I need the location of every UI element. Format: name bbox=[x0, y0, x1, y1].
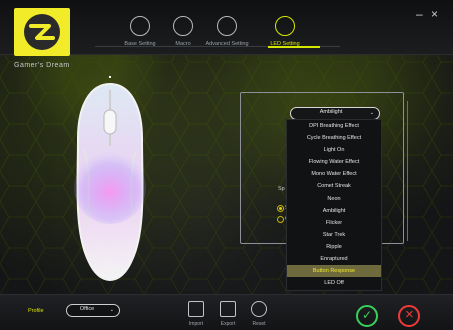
menu-item[interactable]: Cycle Breathing Effect bbox=[287, 132, 381, 144]
chevron-down-icon: ⌄ bbox=[109, 307, 114, 313]
menu-item[interactable]: Ambilight bbox=[287, 205, 381, 217]
menu-item[interactable]: LED Off bbox=[287, 277, 381, 289]
tab-led-setting[interactable]: LED Setting bbox=[256, 16, 314, 47]
close-button[interactable]: × bbox=[431, 8, 438, 20]
export-label: Export bbox=[220, 321, 236, 327]
radio-option-2[interactable] bbox=[277, 216, 284, 223]
minimize-button[interactable]: – bbox=[416, 8, 423, 20]
led-effect-dropdown-menu[interactable]: DPI Breathing Effect Cycle Breathing Eff… bbox=[286, 119, 382, 291]
reset-icon bbox=[251, 301, 267, 317]
export-icon bbox=[220, 301, 236, 317]
reset-label: Reset bbox=[252, 321, 266, 327]
tab-label: Advanced Setting bbox=[205, 41, 249, 47]
mouse-icon bbox=[130, 16, 150, 36]
profile-label: Profile bbox=[28, 308, 44, 314]
menu-item[interactable]: Mono Water Effect bbox=[287, 168, 381, 180]
app-window: Gamer's Dream Base Setting Macro Advance… bbox=[0, 0, 453, 330]
import-icon bbox=[188, 301, 204, 317]
radio-option-1[interactable] bbox=[277, 205, 284, 212]
confirm-button[interactable] bbox=[356, 305, 378, 327]
mouse-illustration bbox=[74, 76, 146, 282]
menu-item[interactable]: Ripple bbox=[287, 241, 381, 253]
menu-item[interactable]: DPI Breathing Effect bbox=[287, 120, 381, 132]
menu-item[interactable]: Flicker bbox=[287, 217, 381, 229]
chevron-down-icon: ⌄ bbox=[369, 110, 374, 116]
macro-m-icon bbox=[173, 16, 193, 36]
menu-item[interactable]: Neon bbox=[287, 193, 381, 205]
bottom-bar: Profile Office ⌄ Import Export Reset bbox=[0, 294, 453, 330]
export-button[interactable]: Export bbox=[214, 301, 242, 327]
tab-label: LED Setting bbox=[270, 41, 300, 47]
import-button[interactable]: Import bbox=[182, 301, 210, 327]
import-label: Import bbox=[188, 321, 204, 327]
speed-label-partial: Sp bbox=[278, 186, 285, 192]
menu-item[interactable]: Light On bbox=[287, 144, 381, 156]
tab-advanced-setting[interactable]: Advanced Setting bbox=[198, 16, 256, 47]
logo-badge bbox=[14, 8, 70, 56]
profile-select[interactable]: Office ⌄ bbox=[66, 304, 120, 317]
wrench-icon bbox=[217, 16, 237, 36]
brand-tagline: Gamer's Dream bbox=[14, 62, 70, 69]
led-effect-value: Ambilight bbox=[319, 109, 343, 115]
menu-item[interactable]: Comet Streak bbox=[287, 180, 381, 192]
menu-item-highlighted[interactable]: Button Response bbox=[287, 265, 381, 278]
cancel-button[interactable] bbox=[398, 305, 420, 327]
bulb-icon bbox=[275, 16, 295, 36]
mouse-preview bbox=[68, 76, 152, 282]
zebronics-logo-icon bbox=[24, 14, 60, 50]
menu-item[interactable]: Star Trek bbox=[287, 229, 381, 241]
reset-button[interactable]: Reset bbox=[245, 301, 273, 327]
menu-item[interactable]: Enraptured bbox=[287, 253, 381, 265]
menu-item[interactable]: Flowing Water Effect bbox=[287, 156, 381, 168]
profile-value: Office bbox=[79, 306, 95, 312]
